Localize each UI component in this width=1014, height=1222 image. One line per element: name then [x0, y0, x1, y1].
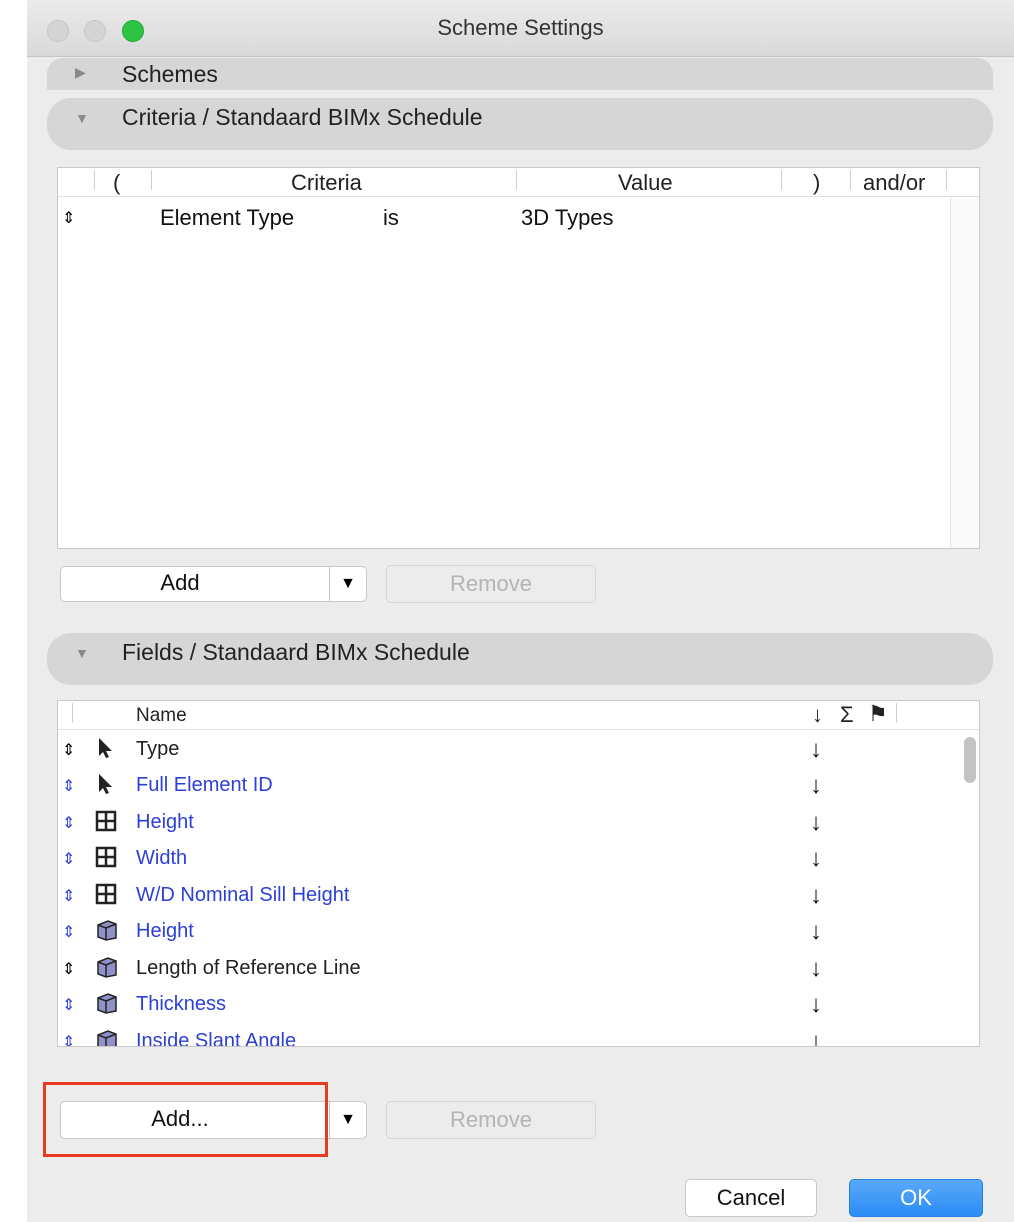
reorder-handle-icon[interactable]: ⇕ [62, 995, 75, 1015]
window-icon [94, 883, 118, 907]
field-row[interactable]: ⇕ W/D Nominal Sill Height ↓ [58, 880, 958, 916]
reorder-handle-icon[interactable]: ⇕ [62, 849, 75, 869]
window-title: Scheme Settings [437, 15, 604, 40]
flag-column-icon[interactable]: ⚑ [868, 701, 888, 727]
reorder-handle-icon[interactable]: ⇕ [62, 208, 75, 228]
reorder-handle-icon[interactable]: ⇕ [62, 813, 75, 833]
reorder-handle-icon[interactable]: ⇕ [62, 922, 75, 942]
fields-section-header[interactable]: ▼ Fields / Standaard BIMx Schedule [47, 633, 993, 685]
field-row[interactable]: ⇕ Thickness ↓ [58, 989, 958, 1025]
field-row[interactable]: ⇕ Inside Slant Angle ↓ [58, 1026, 958, 1046]
field-name[interactable]: Height [136, 920, 194, 943]
sum-column-icon[interactable]: Σ [840, 702, 854, 728]
wall-icon [94, 956, 118, 980]
schemes-section-label: Schemes [122, 61, 218, 87]
criteria-row[interactable]: ⇕ Element Type is 3D Types [58, 200, 958, 236]
reorder-handle-icon[interactable]: ⇕ [62, 740, 75, 760]
field-name[interactable]: Length of Reference Line [136, 957, 361, 980]
sort-icon[interactable]: ↓ [810, 736, 822, 764]
highlight-box [43, 1082, 328, 1157]
fields-remove-button[interactable]: Remove [386, 1101, 596, 1139]
sort-icon[interactable]: ↓ [810, 809, 822, 837]
criteria-section-label: Criteria / Standaard BIMx Schedule [122, 104, 483, 130]
criteria-section-header[interactable]: ▼ Criteria / Standaard BIMx Schedule [47, 98, 993, 150]
field-row[interactable]: ⇕ Length of Reference Line ↓ [58, 953, 958, 989]
cursor-icon [94, 737, 118, 761]
sort-icon[interactable]: ↓ [810, 918, 822, 946]
field-name[interactable]: Thickness [136, 993, 226, 1016]
disclosure-down-icon[interactable]: ▼ [75, 110, 89, 126]
field-name[interactable]: Width [136, 847, 187, 870]
criteria-scrollbar-track[interactable] [950, 197, 979, 548]
criteria-add-button[interactable]: Add [60, 566, 330, 602]
sort-icon[interactable]: ↓ [810, 991, 822, 1019]
fields-table-header: Name ↓ Σ ⚑ [58, 701, 979, 730]
sort-icon[interactable]: ↓ [810, 845, 822, 873]
field-name[interactable]: Full Element ID [136, 774, 273, 797]
field-name[interactable]: W/D Nominal Sill Height [136, 884, 349, 907]
criteria-table-header: ( Criteria Value ) and/or [58, 168, 979, 197]
reorder-handle-icon[interactable]: ⇕ [62, 959, 75, 979]
sort-column-icon[interactable]: ↓ [812, 702, 823, 728]
cancel-button[interactable]: Cancel [685, 1179, 817, 1217]
close-paren-column[interactable]: ) [813, 170, 820, 196]
field-row[interactable]: ⇕ Height ↓ [58, 807, 958, 843]
field-name[interactable]: Height [136, 811, 194, 834]
scheme-settings-window: Scheme Settings ▶ Schemes ▼ Criteria / S… [27, 0, 1014, 1222]
fields-scrollbar-thumb[interactable] [964, 737, 976, 783]
criteria-row-criteria[interactable]: Element Type [160, 205, 294, 231]
window-icon [94, 846, 118, 870]
disclosure-right-icon[interactable]: ▶ [75, 64, 86, 81]
wall-icon [94, 1029, 118, 1046]
field-name[interactable]: Type [136, 738, 179, 761]
fields-table: Name ↓ Σ ⚑ ⇕ Type ↓ ⇕ Full Element ID ↓ … [57, 700, 980, 1047]
value-column[interactable]: Value [618, 170, 673, 196]
criteria-remove-button[interactable]: Remove [386, 565, 596, 603]
criteria-column[interactable]: Criteria [291, 170, 362, 196]
wall-icon [94, 992, 118, 1016]
sort-icon[interactable]: ↓ [810, 772, 822, 800]
sort-icon[interactable]: ↓ [810, 882, 822, 910]
field-row[interactable]: ⇕ Type ↓ [58, 734, 958, 770]
field-name[interactable]: Inside Slant Angle [136, 1030, 296, 1046]
sort-icon[interactable]: ↓ [810, 955, 822, 983]
wall-icon [94, 919, 118, 943]
field-row[interactable]: ⇕ Full Element ID ↓ [58, 770, 958, 806]
reorder-handle-icon[interactable]: ⇕ [62, 776, 75, 796]
sort-icon[interactable]: ↓ [810, 1028, 822, 1046]
open-paren-column[interactable]: ( [113, 170, 120, 196]
criteria-add-dropdown-icon[interactable]: ▼ [329, 566, 367, 602]
name-column[interactable]: Name [136, 705, 187, 727]
reorder-handle-icon[interactable]: ⇕ [62, 886, 75, 906]
field-row[interactable]: ⇕ Height ↓ [58, 916, 958, 952]
ok-button[interactable]: OK [849, 1179, 983, 1217]
reorder-handle-icon[interactable]: ⇕ [62, 1032, 75, 1046]
cursor-icon [94, 773, 118, 797]
field-row[interactable]: ⇕ Width ↓ [58, 843, 958, 879]
criteria-table: ( Criteria Value ) and/or ⇕ Element Type… [57, 167, 980, 549]
andor-column[interactable]: and/or [863, 170, 925, 196]
criteria-row-value[interactable]: 3D Types [521, 205, 614, 231]
title-bar: Scheme Settings [27, 0, 1014, 57]
window-icon [94, 810, 118, 834]
disclosure-down-icon[interactable]: ▼ [75, 645, 89, 661]
criteria-row-operator[interactable]: is [383, 205, 399, 231]
fields-section-label: Fields / Standaard BIMx Schedule [122, 639, 470, 665]
schemes-section-header[interactable]: ▶ Schemes [47, 58, 993, 90]
fields-add-dropdown-icon[interactable]: ▼ [329, 1101, 367, 1139]
